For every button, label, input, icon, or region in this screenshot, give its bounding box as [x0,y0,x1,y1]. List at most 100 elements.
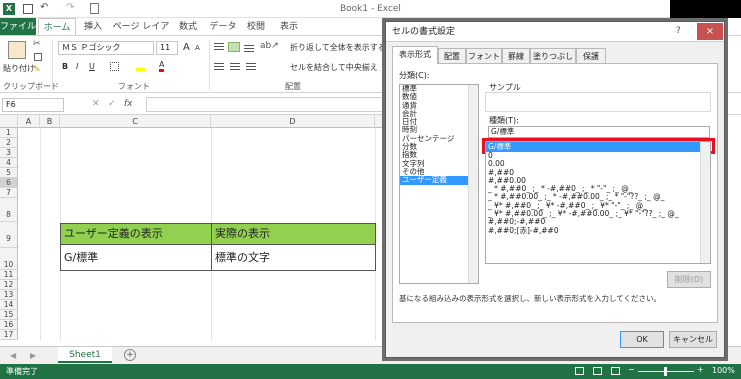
col-header-d[interactable]: D [211,115,375,128]
enter-icon[interactable]: ✓ [108,99,116,109]
row-header[interactable]: 9 [0,222,18,248]
sheet-tab-sheet1[interactable]: Sheet1 [58,347,112,363]
tab-formulas[interactable]: 数式 [175,18,201,36]
cancel-button[interactable]: キャンセル [669,331,717,348]
tab-page-layout[interactable]: ページ レイアウト [110,18,172,50]
paste-icon[interactable] [8,41,26,59]
select-all-corner[interactable] [0,115,18,128]
font-color-button[interactable]: A [159,60,165,72]
redo-icon[interactable]: ↷ [66,2,74,13]
tab-font[interactable]: フォント [466,48,502,64]
tab-alignment[interactable]: 配置 [438,48,466,64]
row-header[interactable]: 4 [0,158,18,168]
ok-button[interactable]: OK [620,331,664,348]
align-bottom-icon[interactable] [244,45,254,46]
account-area[interactable] [670,0,741,18]
col-header-e[interactable] [375,115,385,128]
format-painter-icon[interactable]: ✎ [33,65,41,75]
row-header[interactable]: 2 [0,138,18,148]
align-top-icon[interactable] [214,43,224,44]
save-icon[interactable] [23,4,33,14]
align-left-icon[interactable] [214,63,224,64]
sheet-prev-icon[interactable]: ◀ [10,351,16,360]
table-cell-result[interactable]: 標準の文字 [211,244,376,271]
insert-function-button[interactable]: fx [124,99,133,109]
shrink-font-button[interactable]: A [195,44,200,52]
preview-icon[interactable] [90,3,99,14]
tab-number[interactable]: 表示形式 [392,46,438,64]
view-page-layout-icon[interactable] [593,367,602,375]
zoom-in-icon[interactable]: + [697,365,704,374]
tab-border[interactable]: 罫線 [502,48,530,64]
row-header[interactable]: 8 [0,198,18,222]
name-box[interactable]: F6 [2,98,64,112]
zoom-out-icon[interactable]: − [628,365,635,374]
table-header-actual[interactable]: 実際の表示 [211,223,376,245]
row-header[interactable]: 11 [0,270,18,280]
help-button[interactable]: ? [676,26,681,36]
font-name-select[interactable]: ＭＳ Ｐゴシック [58,41,154,55]
row-header[interactable]: 15 [0,310,18,320]
row-header[interactable]: 10 [0,248,18,270]
type-input[interactable]: G/標準 [488,126,710,138]
merge-center-button[interactable]: セルを結合して中央揃え [290,62,378,73]
tab-file[interactable]: ファイル [0,18,36,36]
close-icon[interactable]: × [697,23,723,40]
tab-view[interactable]: 表示 [276,18,302,36]
tab-insert[interactable]: 挿入 [78,18,108,36]
undo-icon[interactable]: ↶ [40,2,48,13]
add-sheet-button[interactable]: + [124,349,136,361]
italic-button[interactable]: I [76,62,78,71]
row-header[interactable]: 12 [0,280,18,290]
border-icon[interactable] [110,62,119,71]
row-header[interactable]: 14 [0,300,18,310]
cancel-icon[interactable]: ✕ [92,99,100,109]
row-header[interactable]: 16 [0,320,18,330]
zoom-slider-thumb[interactable] [664,367,667,376]
tab-review[interactable]: 校閲 [243,18,269,36]
row-header[interactable]: 7 [0,188,18,198]
wrap-text-button[interactable]: 折り返して全体を表示する [290,42,386,53]
formula-input[interactable] [146,97,386,112]
list-item[interactable]: #,##0;[赤]-#,##0 [486,226,710,235]
row-header-selected[interactable]: 6 [0,178,18,188]
list-item[interactable]: 0.00 [486,159,710,168]
tab-home[interactable]: ホーム [38,18,76,36]
fill-color-icon[interactable] [136,61,145,71]
list-item[interactable]: 0 [486,151,710,160]
category-list[interactable]: 標準 数値 通貨 会計 日付 時刻 パーセンテージ 分数 指数 文字列 その他 … [399,84,479,284]
row-header[interactable]: 5 [0,168,18,178]
col-header-c[interactable]: C [60,115,211,128]
sheet-next-icon[interactable]: ▶ [30,351,36,360]
row-header[interactable]: 17 [0,330,18,340]
table-header-custom[interactable]: ユーザー定義の表示 [60,223,212,245]
row-header[interactable]: 13 [0,290,18,300]
font-size-select[interactable]: 11 [156,41,178,55]
bold-button[interactable]: B [62,62,68,71]
col-header-b[interactable]: B [40,115,60,128]
view-page-break-icon[interactable] [611,367,620,375]
grow-font-button[interactable]: A [183,42,190,53]
list-item-selected[interactable]: G/標準 [486,142,710,152]
tab-protection[interactable]: 保護 [576,48,606,64]
tab-fill[interactable]: 塗りつぶし [530,48,576,64]
excel-logo-icon[interactable]: X [3,3,15,15]
col-header-a[interactable]: A [18,115,40,128]
list-item-selected[interactable]: ユーザー定義 [400,175,478,185]
align-middle-icon[interactable] [228,42,240,52]
zoom-level[interactable]: 100% [712,366,735,375]
align-right-icon[interactable] [246,63,256,64]
underline-button[interactable]: U [89,62,95,71]
row-header[interactable]: 1 [0,128,18,138]
format-scrollbar[interactable] [700,142,710,263]
paste-button[interactable]: 貼り付け [3,63,35,74]
view-normal-icon[interactable] [575,367,584,375]
row-header[interactable]: 3 [0,148,18,158]
category-scrollbar[interactable] [468,85,478,283]
format-list[interactable]: G/標準 0 0.00 #,##0 #,##0.00 _ * #,##0_ ;_… [485,141,711,264]
tab-data[interactable]: データ [208,18,238,36]
cut-icon[interactable]: ✂ [33,39,41,49]
copy-icon[interactable] [34,53,42,61]
table-cell-format[interactable]: G/標準 [60,244,212,271]
align-center-icon[interactable] [230,63,240,64]
